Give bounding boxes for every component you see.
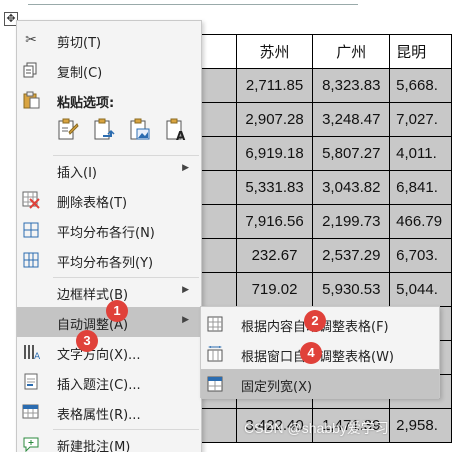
step-badge: 1	[106, 300, 128, 322]
table-cell[interactable]: 3,248.47	[312, 102, 391, 137]
table-cell[interactable]: 6,919.18	[235, 136, 314, 171]
table-cell[interactable]: 4,011.	[389, 136, 452, 171]
table-header-row: 苏州 广州 昆明	[200, 34, 452, 69]
paste-merge-format-icon[interactable]	[91, 117, 117, 143]
table-row: 2,711.85 8,323.83 5,668.	[200, 68, 452, 103]
table-header-cell[interactable]	[200, 34, 237, 69]
menu-item-label: 文字方向(X)...	[57, 348, 141, 363]
submenu-item-fixed-width[interactable]: 固定列宽(X)	[201, 369, 439, 399]
table-cell[interactable]	[200, 68, 237, 103]
menu-item-label: 粘贴选项:	[57, 96, 115, 111]
table-cell[interactable]: 8,323.83	[312, 68, 391, 103]
table-cell[interactable]	[200, 408, 237, 443]
table-row: 2,907.28 3,248.47 7,027.	[200, 102, 452, 137]
table-cell[interactable]: 6,703.	[389, 238, 452, 273]
table-cell[interactable]: 2,537.29	[312, 238, 391, 273]
step-badge: 2	[304, 310, 326, 332]
table-row: 232.67 2,537.29 6,703.	[200, 238, 452, 273]
menu-item-label: 表格属性(R)...	[57, 408, 141, 423]
menu-item-copy[interactable]: 复制(C)	[17, 55, 201, 85]
table-cell[interactable]: 2,199.73	[312, 204, 391, 239]
table-header-cell[interactable]: 昆明	[389, 34, 452, 69]
table-cell[interactable]	[200, 204, 237, 239]
table-cell[interactable]: 5,668.	[389, 68, 452, 103]
table-cell[interactable]: 6,841.	[389, 170, 452, 205]
text-direction-icon: A	[21, 343, 41, 361]
table-properties-icon	[21, 403, 41, 421]
menu-item-distribute-cols[interactable]: 平均分布各列(Y)	[17, 245, 201, 275]
copy-icon	[21, 61, 41, 79]
menu-item-label: 平均分布各行(N)	[57, 226, 155, 241]
table-cell[interactable]	[200, 170, 237, 205]
table-cell[interactable]: 5,331.83	[235, 170, 314, 205]
table-cell[interactable]: 719.02	[235, 272, 314, 307]
table-row: 719.02 5,930.53 5,044.	[200, 272, 452, 307]
autofit-contents-icon	[206, 315, 224, 333]
table-row: 6,919.18 5,807.27 4,011.	[200, 136, 452, 171]
paste-options-row: A	[55, 117, 189, 147]
table-cell[interactable]	[200, 102, 237, 137]
menu-item-label: 删除表格(T)	[57, 196, 128, 211]
table-header-cell[interactable]: 苏州	[235, 34, 314, 69]
document-top-border	[28, 0, 358, 5]
menu-item-label: 剪切(T)	[57, 36, 102, 51]
svg-text:A: A	[34, 352, 40, 361]
scissors-icon: ✂	[25, 32, 37, 48]
menu-item-paste-options: 粘贴选项:	[17, 85, 201, 115]
new-comment-icon	[21, 435, 41, 452]
paste-text-only-icon[interactable]: A	[163, 117, 189, 143]
menu-item-new-comment[interactable]: 新建批注(M)	[17, 429, 201, 452]
table-cell[interactable]: 3,043.82	[312, 170, 391, 205]
autofit-window-icon	[206, 345, 224, 363]
step-badge: 3	[76, 330, 98, 352]
delete-table-icon	[21, 191, 41, 209]
table-cell[interactable]: 7,916.56	[235, 204, 314, 239]
chevron-right-icon: ▶	[182, 285, 189, 295]
table-cell[interactable]: 232.67	[235, 238, 314, 273]
table-header-cell[interactable]: 广州	[312, 34, 391, 69]
fixed-column-width-icon	[206, 375, 224, 393]
menu-item-distribute-rows[interactable]: 平均分布各行(N)	[17, 215, 201, 245]
table-cell[interactable]: 5,044.	[389, 272, 452, 307]
context-menu: ✂ 剪切(T) 复制(C) 粘贴选项: A 插入(I) ▶ 删除表格(T) 平均…	[16, 20, 202, 452]
table-row: 7,916.56 2,199.73 466.79	[200, 204, 452, 239]
distribute-cols-icon	[21, 251, 41, 269]
chevron-right-icon: ▶	[182, 163, 189, 173]
table-cell[interactable]	[200, 272, 237, 307]
menu-item-label: 插入题注(C)...	[57, 378, 141, 393]
table-cell[interactable]	[200, 136, 237, 171]
paste-keep-source-format-icon[interactable]	[55, 117, 81, 143]
table-cell[interactable]: 7,027.	[389, 102, 452, 137]
menu-item-text-direction[interactable]: A 文字方向(X)...	[17, 337, 201, 367]
menu-item-label: 插入(I)	[57, 166, 97, 181]
menu-item-label: 复制(C)	[57, 66, 103, 81]
table-cell[interactable]: 5,930.53	[312, 272, 391, 307]
menu-item-insert[interactable]: 插入(I) ▶	[17, 155, 201, 185]
paste-picture-icon[interactable]	[127, 117, 153, 143]
chevron-right-icon: ▶	[182, 315, 189, 325]
menu-item-table-properties[interactable]: 表格属性(R)...	[17, 397, 201, 427]
menu-item-label: 平均分布各列(Y)	[57, 256, 154, 271]
submenu-item-label: 固定列宽(X)	[241, 380, 313, 395]
svg-text:A: A	[176, 129, 186, 142]
table-cell[interactable]	[200, 238, 237, 273]
insert-caption-icon	[21, 373, 41, 391]
table-row: 5,331.83 3,043.82 6,841.	[200, 170, 452, 205]
table-cell[interactable]: 2,958.	[389, 408, 452, 443]
table-cell[interactable]: 5,807.27	[312, 136, 391, 171]
menu-item-label: 新建批注(M)	[57, 440, 131, 452]
menu-item-insert-caption[interactable]: 插入题注(C)...	[17, 367, 201, 397]
menu-item-cut[interactable]: ✂ 剪切(T)	[17, 25, 201, 55]
table-cell[interactable]: 2,907.28	[235, 102, 314, 137]
menu-item-delete-table[interactable]: 删除表格(T)	[17, 185, 201, 215]
step-badge: 4	[300, 342, 322, 364]
table-cell[interactable]: 2,711.85	[235, 68, 314, 103]
table-cell[interactable]: 466.79	[389, 204, 452, 239]
watermark: CSDN @shabby爱学习	[244, 420, 389, 436]
clipboard-icon	[21, 91, 41, 109]
distribute-rows-icon	[21, 221, 41, 239]
